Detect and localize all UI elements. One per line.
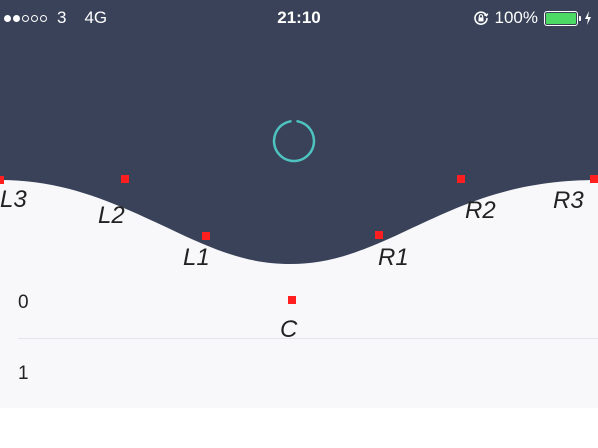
- spinner-icon: [272, 120, 316, 163]
- control-point-L2: [121, 175, 129, 183]
- control-point-R1: [375, 231, 383, 239]
- battery-level-fill: [546, 12, 576, 24]
- control-point-L1: [202, 232, 210, 240]
- control-point-R2: [457, 175, 465, 183]
- list-item[interactable]: 0: [0, 270, 598, 338]
- control-point-label-R3: R3: [553, 187, 584, 214]
- control-point-label-L3: L3: [0, 186, 27, 213]
- status-right: 100%: [473, 8, 592, 28]
- charging-bolt-icon: [585, 11, 591, 25]
- list-item-label: 0: [18, 292, 29, 313]
- control-point-label-R2: R2: [465, 197, 496, 224]
- orientation-lock-icon: [473, 11, 488, 25]
- battery-tip: [579, 15, 581, 21]
- list-item[interactable]: 1: [0, 339, 598, 407]
- control-point-label-L1: L1: [183, 244, 210, 271]
- control-point-L3: [0, 176, 4, 184]
- control-point-label-L2: L2: [98, 202, 125, 229]
- battery-icon: [544, 10, 581, 26]
- control-point-R3: [590, 175, 598, 183]
- control-point-label-R1: R1: [378, 244, 409, 271]
- list-item-label: 1: [18, 363, 29, 384]
- app-screen: 3 4G 21:10 100% L3 L2 L1 C R1 R2 R3 0 1: [0, 0, 598, 448]
- battery-percent: 100%: [494, 8, 538, 27]
- status-bar: 3 4G 21:10 100%: [0, 0, 598, 36]
